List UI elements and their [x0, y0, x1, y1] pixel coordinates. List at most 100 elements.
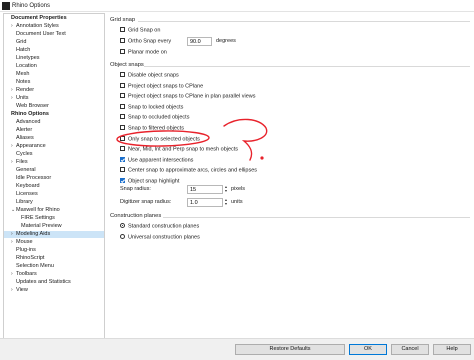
- tree-item[interactable]: › Files: [4, 159, 28, 166]
- ok-button[interactable]: OK: [349, 344, 387, 355]
- object-snap-checkbox[interactable]: [120, 103, 125, 109]
- tree-item-label: Rhino Options: [11, 111, 49, 117]
- object-snap-option[interactable]: Snap to locked objects: [120, 103, 183, 111]
- ortho-snap-option[interactable]: Ortho Snap every: [120, 38, 171, 45]
- tree-item[interactable]: Mesh: [4, 71, 29, 78]
- tree-item-label: Material Preview: [21, 223, 62, 229]
- object-snap-checkbox[interactable]: [120, 146, 125, 152]
- ortho-snap-checkbox[interactable]: [120, 38, 125, 43]
- construction-plane-option[interactable]: Universal construction planes: [120, 233, 200, 241]
- digitizer-radius-field[interactable]: [187, 198, 223, 207]
- construction-plane-radio[interactable]: [120, 233, 125, 239]
- object-snap-checkbox[interactable]: [120, 93, 125, 99]
- object-snap-label: Use apparent intersections: [128, 157, 194, 164]
- spin-down-icon[interactable]: ▼: [224, 202, 228, 206]
- tree-item-label: Selection Menu: [16, 263, 54, 269]
- object-snap-option[interactable]: Near, Mid, Int and Perp snap to mesh obj…: [120, 146, 238, 153]
- tree-item-label: Modeling Aids: [16, 231, 51, 237]
- object-snap-checkbox[interactable]: [120, 114, 125, 120]
- tree-item[interactable]: Plug-ins: [4, 247, 36, 254]
- tree-item[interactable]: Hatch: [4, 47, 30, 54]
- object-snap-checkbox[interactable]: [120, 167, 125, 173]
- tree-item[interactable]: Alerter: [4, 127, 32, 134]
- construction-plane-label: Standard construction planes: [128, 223, 200, 230]
- tree-item[interactable]: RhinoScript: [4, 255, 44, 262]
- tree-item[interactable]: Document Properties: [4, 15, 67, 22]
- grid-snap-group-title: Grid snap: [110, 17, 136, 23]
- tree-item[interactable]: › Mouse: [4, 239, 33, 246]
- construction-plane-radio[interactable]: [120, 223, 125, 228]
- tree-item[interactable]: FIRE Settings: [4, 215, 55, 222]
- digitizer-radius-unit: units: [231, 199, 243, 205]
- object-snap-checkbox[interactable]: [120, 82, 125, 88]
- help-button[interactable]: Help: [433, 344, 471, 355]
- tree-item[interactable]: Aliases: [4, 135, 34, 142]
- options-tree[interactable]: Document Properties › Annotation Styles Doc…: [3, 13, 105, 340]
- object-snap-checkbox[interactable]: [120, 135, 125, 141]
- tree-item-label: Document User Text: [16, 31, 66, 37]
- tree-item[interactable]: Material Preview: [4, 223, 62, 230]
- tree-item[interactable]: Advanced: [4, 119, 40, 126]
- tree-item[interactable]: Licenses: [4, 191, 38, 198]
- tree-item[interactable]: Cycles: [4, 151, 33, 158]
- tree-item-label: Toolbars: [16, 271, 37, 277]
- object-snap-checkbox[interactable]: [120, 72, 125, 77]
- object-snap-option[interactable]: Project object snaps to CPlane in plan p…: [120, 93, 256, 100]
- grid-snap-on-checkbox[interactable]: [120, 27, 125, 32]
- object-snap-label: Snap to occluded objects: [128, 114, 190, 121]
- tree-item[interactable]: Idle Processor: [4, 175, 51, 182]
- tree-item[interactable]: › View: [4, 287, 28, 294]
- tree-item[interactable]: Location: [4, 63, 37, 70]
- snap-radius-spinner[interactable]: ▲ ▼: [224, 185, 228, 194]
- ortho-snap-angle-field[interactable]: [187, 37, 212, 46]
- object-snap-option[interactable]: Use apparent intersections: [120, 156, 194, 164]
- tree-item[interactable]: Keyboard: [4, 183, 40, 190]
- tree-item-label: Appearance: [16, 143, 46, 149]
- tree-item[interactable]: › Units: [4, 95, 29, 102]
- snap-radius-field[interactable]: [187, 185, 223, 194]
- object-snap-option[interactable]: Only snap to selected objects: [120, 135, 200, 143]
- tree-item[interactable]: Document User Text: [4, 31, 66, 38]
- object-snap-option[interactable]: Disable object snaps: [120, 72, 179, 79]
- tree-item-label: Cycles: [16, 151, 33, 157]
- tree-item[interactable]: Linetypes: [4, 55, 40, 62]
- tree-item[interactable]: › Appearance: [4, 143, 46, 150]
- tree-item[interactable]: › Modeling Aids: [4, 231, 104, 238]
- tree-item[interactable]: ⌄Maxwell for Rhino: [4, 207, 60, 214]
- object-snap-option[interactable]: Center snap to approximate arcs, circles…: [120, 167, 257, 174]
- object-snap-option[interactable]: Project object snaps to CPlane: [120, 82, 203, 90]
- spin-down-icon[interactable]: ▼: [224, 189, 228, 193]
- object-snap-option[interactable]: Snap to filtered objects: [120, 125, 184, 132]
- tree-item-label: Licenses: [16, 191, 38, 197]
- object-snap-label: Center snap to approximate arcs, circles…: [128, 167, 258, 174]
- tree-item[interactable]: Grid: [4, 39, 26, 46]
- group-divider: [144, 66, 470, 67]
- group-divider: [138, 21, 470, 22]
- object-snap-option[interactable]: Snap to occluded objects: [120, 114, 189, 121]
- tree-item[interactable]: General: [4, 167, 36, 174]
- tree-item[interactable]: Library: [4, 199, 33, 206]
- planar-mode-checkbox[interactable]: [120, 49, 125, 54]
- tree-item[interactable]: › Render: [4, 87, 34, 94]
- tree-item[interactable]: Selection Menu: [4, 263, 54, 270]
- tree-item-label: Linetypes: [16, 55, 40, 61]
- tree-item[interactable]: › Toolbars: [4, 271, 37, 278]
- tree-item[interactable]: › Annotation Styles: [4, 23, 59, 30]
- construction-plane-option[interactable]: Standard construction planes: [120, 223, 199, 230]
- object-snap-checkbox[interactable]: [120, 125, 125, 130]
- tree-item[interactable]: Updates and Statistics: [4, 279, 71, 286]
- object-snap-checkbox[interactable]: [120, 156, 125, 162]
- digitizer-radius-spinner[interactable]: ▲ ▼: [224, 198, 228, 207]
- restore-defaults-button[interactable]: Restore Defaults: [235, 344, 345, 355]
- tree-item-label: Keyboard: [16, 183, 40, 189]
- tree-item[interactable]: Web Browser: [4, 103, 49, 110]
- tree-item[interactable]: Rhino Options: [4, 111, 49, 118]
- object-snap-checkbox[interactable]: [120, 178, 125, 183]
- object-snap-option[interactable]: Object snap highlight: [120, 178, 179, 185]
- tree-item-label: Hatch: [16, 47, 31, 53]
- cancel-button[interactable]: Cancel: [391, 344, 429, 355]
- grid-snap-on-option[interactable]: Grid Snap on: [120, 27, 160, 34]
- tree-item[interactable]: Notes: [4, 79, 30, 86]
- planar-mode-option[interactable]: Planar mode on: [120, 49, 167, 56]
- construction-planes-group-title: Construction planes: [110, 213, 162, 219]
